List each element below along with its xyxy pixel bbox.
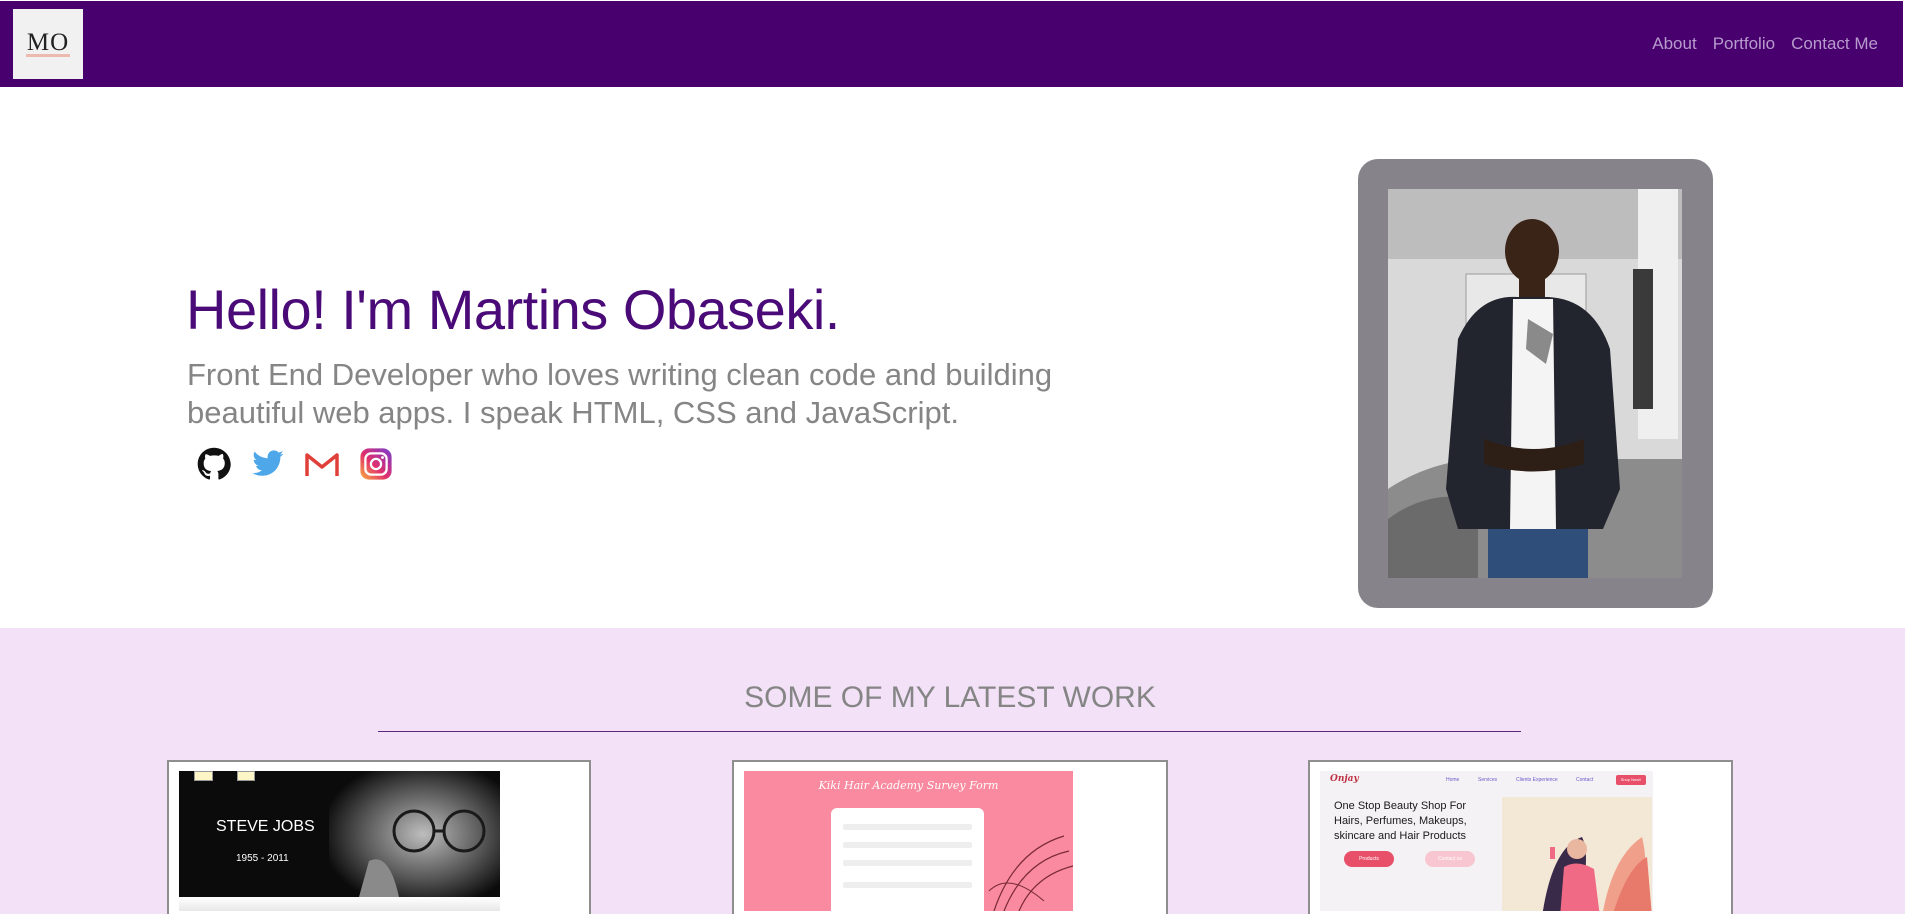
nav-link-portfolio[interactable]: Portfolio (1713, 34, 1775, 54)
form-input (843, 824, 972, 830)
logo[interactable]: MO (13, 9, 83, 79)
form-input (843, 882, 972, 888)
project-1-title: STEVE JOBS (216, 818, 315, 835)
github-icon[interactable] (195, 445, 233, 483)
nav-link-about[interactable]: About (1652, 34, 1696, 54)
project-card-steve-jobs[interactable]: STEVE JOBS 1955 - 2011 (167, 760, 591, 914)
heading-divider (378, 731, 1521, 732)
thumb-form (831, 808, 984, 911)
project-card-survey-form[interactable]: Kiki Hair Academy Survey Form (732, 760, 1168, 914)
navbar: MO About Portfolio Contact Me (0, 1, 1903, 87)
thumb-menu-item: Services (1478, 777, 1498, 783)
thumb-tag (237, 771, 255, 781)
instagram-icon[interactable] (357, 445, 395, 483)
hero-section: Hello! I'm Martins Obaseki. Front End De… (0, 87, 1905, 628)
hero-title: Hello! I'm Martins Obaseki. (186, 278, 840, 341)
thumb-tag (194, 771, 214, 781)
project-2-title: Kiki Hair Academy Survey Form (818, 779, 999, 792)
gmail-icon[interactable] (303, 445, 341, 483)
project-3-headline: One Stop Beauty Shop For Hairs, Perfumes… (1334, 800, 1467, 842)
nav-link-contact[interactable]: Contact Me (1791, 34, 1878, 54)
form-input (843, 860, 972, 866)
project-3-brand: Onjay (1330, 774, 1359, 784)
thumb-shop-button: Shop Now!! (1616, 775, 1646, 785)
thumb-products-button: Products (1344, 851, 1394, 867)
twitter-icon[interactable] (249, 445, 287, 483)
social-links (195, 445, 395, 483)
project-1-years: 1955 - 2011 (236, 853, 289, 864)
thumb-menu-item: Home (1446, 777, 1460, 783)
thumb-footer (179, 897, 500, 911)
form-input (843, 842, 972, 848)
portfolio-heading: SOME OF MY LATEST WORK (744, 681, 1156, 714)
project-thumbnail: Kiki Hair Academy Survey Form (744, 771, 1073, 911)
profile-photo-frame (1358, 159, 1713, 608)
thumb-menu-item: Contact (1576, 777, 1594, 783)
thumb-illustration (1502, 797, 1652, 911)
project-card-beauty-shop[interactable]: Onjay Home Services Clients Experience C… (1308, 760, 1733, 914)
project-thumbnail: STEVE JOBS 1955 - 2011 (179, 771, 500, 911)
profile-photo (1388, 189, 1682, 578)
project-thumbnail: Onjay Home Services Clients Experience C… (1320, 771, 1653, 911)
thumb-menu-item: Clients Experience (1516, 777, 1558, 783)
portfolio-section: SOME OF MY LATEST WORK STEVE JOBS 1955 -… (0, 628, 1905, 914)
nav-links: About Portfolio Contact Me (1636, 34, 1878, 54)
logo-text: MO (25, 28, 71, 57)
hero-subtitle: Front End Developer who loves writing cl… (187, 357, 1053, 430)
thumb-contact-button: Contact us (1425, 851, 1475, 867)
